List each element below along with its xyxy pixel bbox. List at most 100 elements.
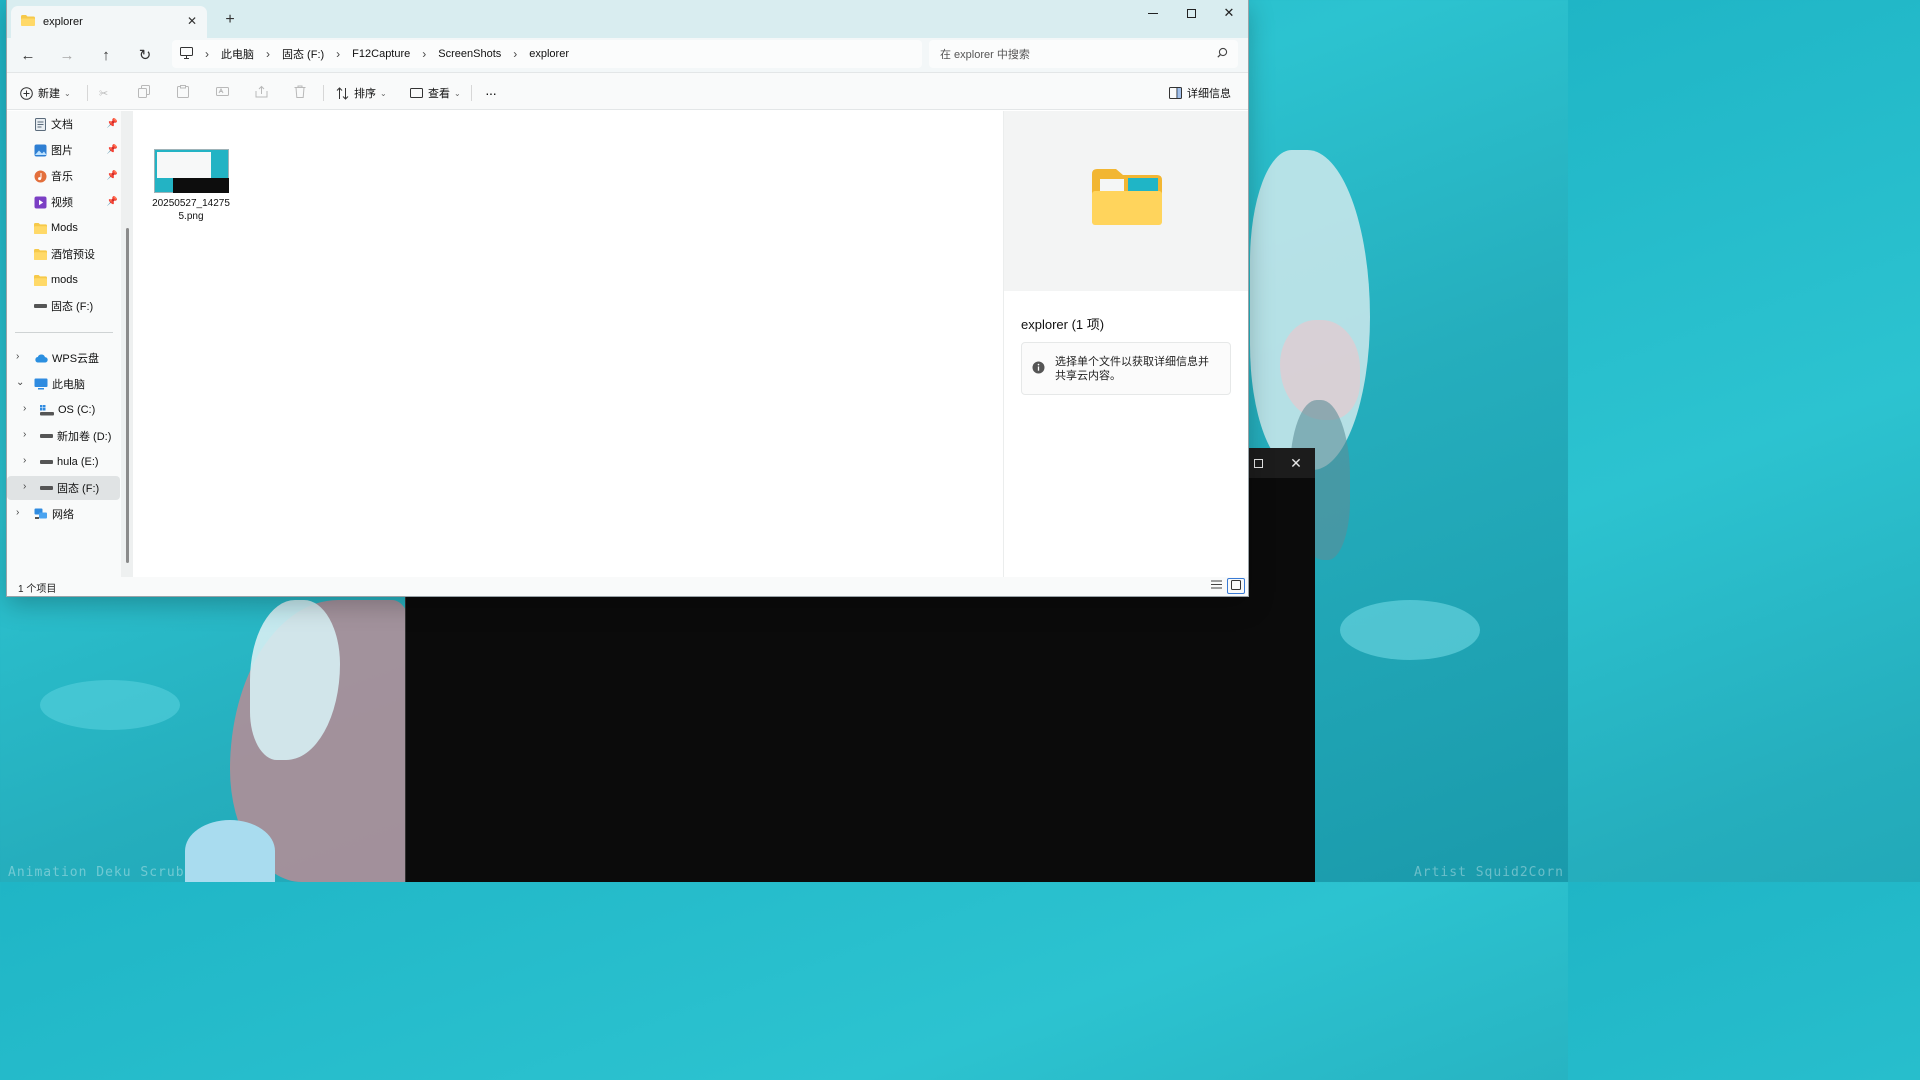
chevron-right-icon[interactable]: › [16, 507, 19, 518]
details-pane: explorer (1 项) 选择单个文件以获取详细信息并共享云内容。 [1003, 111, 1248, 577]
sidebar-item-network[interactable]: › 网络 [7, 502, 120, 526]
breadcrumb-screenshots[interactable]: ScreenShots [438, 48, 501, 60]
large-icons-view-button[interactable] [1227, 578, 1245, 594]
tab-explorer[interactable]: explorer ✕ [11, 6, 207, 38]
up-button[interactable]: ↑ [93, 42, 119, 68]
sort-button[interactable]: 排序 ⌄ [336, 82, 387, 104]
file-list-area[interactable]: 20250527_142755.png [133, 111, 1003, 577]
view-button[interactable]: 查看 ⌄ [410, 82, 461, 104]
more-options-button[interactable]: ··· [485, 82, 497, 104]
sort-button-label: 排序 [354, 88, 376, 100]
background-close-button[interactable]: ✕ [1277, 448, 1315, 478]
sidebar-scrollbar[interactable] [126, 228, 129, 563]
wallpaper-shape [185, 820, 275, 882]
breadcrumb-explorer[interactable]: explorer [529, 48, 569, 60]
details-view-button[interactable] [1207, 578, 1225, 594]
chevron-down-icon[interactable]: ⌄ [16, 377, 24, 388]
sidebar-item-music[interactable]: 音乐 📌 [7, 164, 120, 188]
chevron-right-icon[interactable]: › [23, 455, 26, 466]
maximize-button[interactable] [1172, 0, 1210, 26]
folder-icon [1092, 169, 1162, 228]
refresh-button[interactable]: ↻ [132, 42, 158, 68]
details-pane-button[interactable]: 详细信息 [1169, 82, 1231, 104]
wallpaper-credit-left: Animation Deku Scrub [8, 865, 185, 880]
address-bar[interactable]: › 此电脑 › 固态 (F:) › F12Capture › ScreenSho… [172, 40, 922, 68]
pin-icon[interactable]: 📌 [107, 170, 118, 181]
copy-button[interactable] [138, 82, 151, 104]
maximize-icon [1186, 8, 1196, 18]
share-icon [255, 85, 268, 101]
pin-icon[interactable]: 📌 [107, 144, 118, 155]
sidebar-item-videos[interactable]: 视频 📌 [7, 190, 120, 214]
sidebar-divider [15, 332, 113, 333]
share-button[interactable] [255, 82, 268, 104]
breadcrumb-this-pc[interactable]: 此电脑 [221, 46, 254, 62]
forward-button[interactable]: → [54, 42, 80, 68]
breadcrumb-drive-f[interactable]: 固态 (F:) [282, 46, 324, 62]
status-bar: 1 个项目 [7, 577, 1248, 596]
navigation-bar: ← → ↑ ↻ › 此电脑 › 固态 (F:) › F12Capture › S… [7, 38, 1248, 72]
chevron-right-icon[interactable]: › [23, 429, 26, 440]
sidebar-item-drive-e[interactable]: › hula (E:) [7, 450, 120, 474]
cut-button[interactable]: ✂ [99, 82, 108, 104]
sidebar-item-label: 酒馆预设 [51, 249, 95, 261]
chevron-right-icon[interactable]: › [513, 47, 517, 61]
new-button[interactable]: 新建 ⌄ [20, 82, 71, 104]
sidebar-item-documents[interactable]: 文档 📌 [7, 112, 120, 136]
sidebar-item-pictures[interactable]: 图片 📌 [7, 138, 120, 162]
thumbnail-window-shape [156, 152, 211, 178]
search-placeholder: 在 explorer 中搜索 [940, 49, 1030, 61]
sidebar-item-tavern-presets[interactable]: 酒馆预设 [7, 242, 120, 266]
chevron-right-icon: › [205, 47, 209, 61]
videos-icon [34, 196, 47, 209]
chevron-right-icon[interactable]: › [23, 481, 26, 492]
sidebar-item-drive-c[interactable]: › OS (C:) [7, 398, 120, 422]
chevron-right-icon[interactable]: › [266, 47, 270, 61]
sidebar-item-label: 视频 [51, 197, 73, 209]
close-button[interactable]: ✕ [1210, 0, 1248, 26]
file-item[interactable]: 20250527_142755.png [151, 149, 231, 223]
sidebar-item-label: 固态 (F:) [57, 483, 100, 495]
sidebar-item-this-pc[interactable]: ⌄ 此电脑 [7, 372, 120, 396]
file-name: 20250527_142755.png [152, 198, 230, 222]
sidebar-item-mods[interactable]: Mods [7, 216, 120, 240]
details-pane-icon [1169, 87, 1182, 99]
sidebar-item-drive-d[interactable]: › 新加卷 (D:) [7, 424, 120, 448]
rename-button[interactable] [216, 82, 229, 104]
chevron-right-icon[interactable]: › [422, 47, 426, 61]
sidebar-item-label: hula (E:) [57, 456, 99, 468]
pin-icon[interactable]: 📌 [107, 196, 118, 207]
view-icon [410, 87, 423, 99]
minimize-button[interactable] [1134, 0, 1172, 26]
sidebar-item-wps-cloud[interactable]: › WPS云盘 [7, 346, 120, 370]
thumbnail-dark-shape [172, 178, 229, 193]
chevron-down-icon: ⌄ [64, 88, 71, 98]
pin-icon[interactable]: 📌 [107, 118, 118, 129]
delete-button[interactable] [294, 82, 306, 104]
sidebar-item-mods-lower[interactable]: mods [7, 268, 120, 292]
paste-button[interactable] [177, 82, 189, 104]
sidebar-item-label: 文档 [51, 119, 73, 131]
sidebar-item-drive-f-pinned[interactable]: 固态 (F:) [7, 294, 120, 318]
preview-area [1004, 111, 1248, 291]
tab-title: explorer [43, 16, 83, 28]
folder-icon [34, 222, 47, 234]
sidebar-item-label: WPS云盘 [52, 353, 100, 365]
sidebar-item-label: 新加卷 (D:) [57, 431, 112, 443]
new-tab-button[interactable]: + [219, 10, 241, 30]
minimize-icon [1148, 12, 1158, 14]
chevron-right-icon[interactable]: › [336, 47, 340, 61]
list-view-icon [1210, 580, 1222, 592]
tab-close-button[interactable]: ✕ [184, 13, 200, 29]
breadcrumb-f12capture[interactable]: F12Capture [352, 48, 410, 60]
chevron-right-icon[interactable]: › [16, 351, 19, 362]
search-input[interactable]: 在 explorer 中搜索 [929, 40, 1238, 68]
close-icon: ✕ [1223, 5, 1235, 20]
chevron-right-icon[interactable]: › [23, 403, 26, 414]
sidebar-item-drive-f[interactable]: › 固态 (F:) [7, 476, 120, 500]
navigation-pane[interactable]: 文档 📌 图片 📌 音乐 📌 视频 📌 Mods 酒馆预设 mods 固态 (F… [7, 111, 133, 577]
title-bar[interactable]: explorer ✕ + ✕ [7, 0, 1248, 38]
back-button[interactable]: ← [15, 42, 41, 68]
tile-view-icon [1231, 579, 1241, 593]
search-icon [1217, 47, 1228, 61]
